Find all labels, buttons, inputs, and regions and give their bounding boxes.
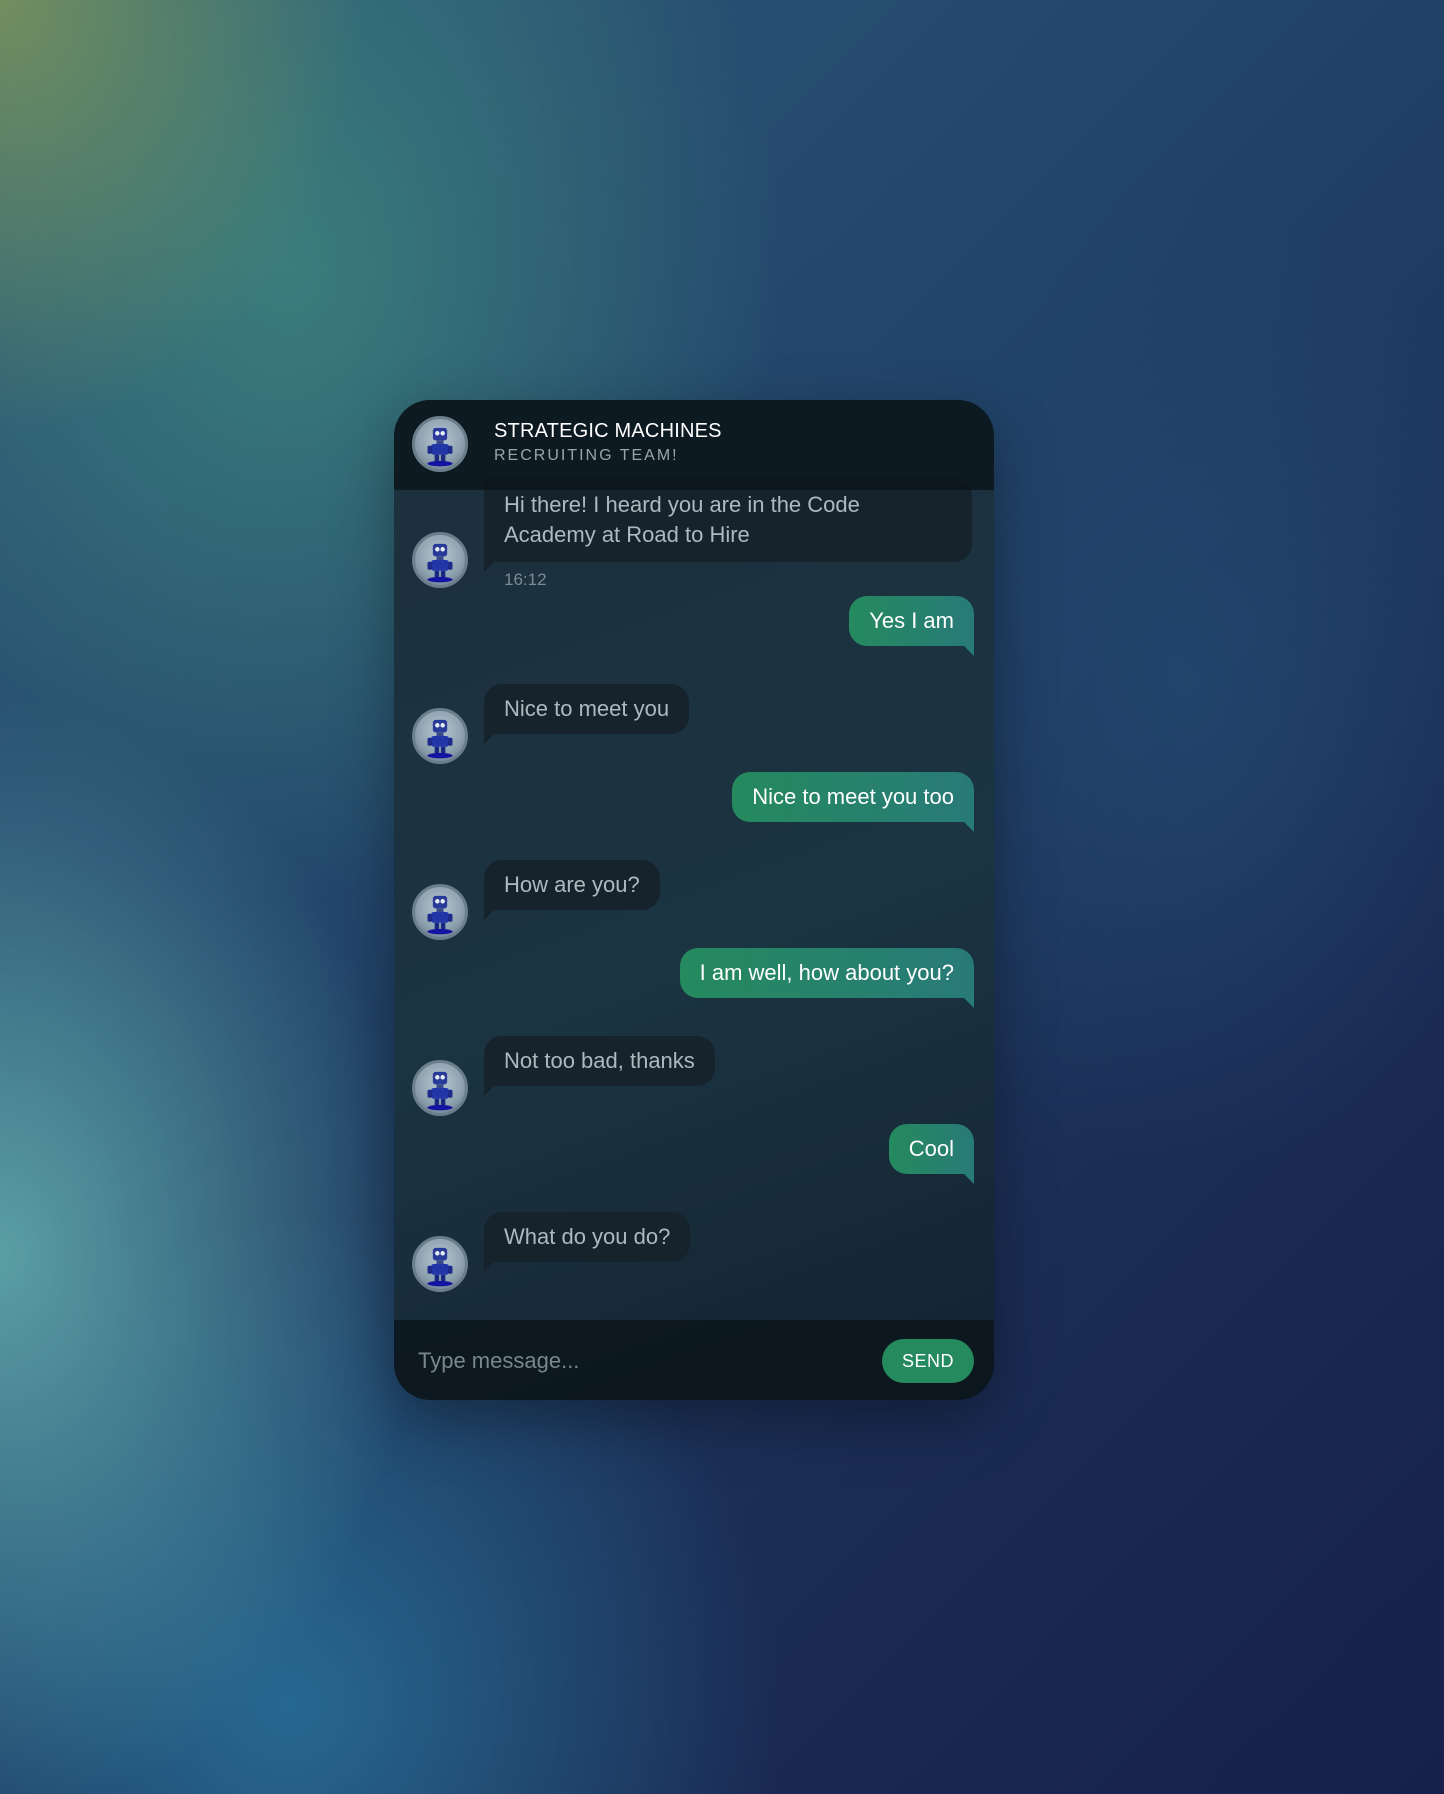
- chat-window: STRATEGIC MACHINES RECRUITING TEAM! Hi t…: [394, 400, 994, 1400]
- user-message: Yes I am: [849, 596, 974, 656]
- bot-message: Not too bad, thanks: [484, 1036, 715, 1096]
- user-message: I am well, how about you?: [679, 948, 975, 1008]
- message-timestamp: 16:12: [504, 570, 547, 589]
- chat-subtitle: RECRUITING TEAM!: [494, 447, 679, 464]
- message-composer: SEND: [394, 1320, 994, 1400]
- user-message: Cool: [888, 1124, 975, 1184]
- bot-message: What do you do?: [484, 1212, 691, 1272]
- chat-title: STRATEGIC MACHINES: [494, 420, 722, 442]
- send-button[interactable]: SEND: [882, 1339, 974, 1383]
- bot-message: Nice to meet you: [484, 684, 690, 744]
- message-input[interactable]: [416, 1338, 860, 1384]
- bot-message: How are you?: [484, 860, 660, 920]
- robot-icon: [412, 884, 468, 940]
- robot-icon: [412, 416, 468, 472]
- bot-message: Hi there! I heard you are in the Code Ac…: [484, 478, 972, 572]
- robot-icon: [412, 532, 468, 588]
- robot-icon: [412, 1236, 468, 1292]
- user-message: Nice to meet you too: [732, 772, 974, 832]
- robot-icon: [412, 708, 468, 764]
- robot-icon: [412, 1060, 468, 1116]
- chat-header: STRATEGIC MACHINES RECRUITING TEAM!: [394, 400, 994, 490]
- message-list: Hi there! I heard you are in the Code Ac…: [394, 478, 994, 1320]
